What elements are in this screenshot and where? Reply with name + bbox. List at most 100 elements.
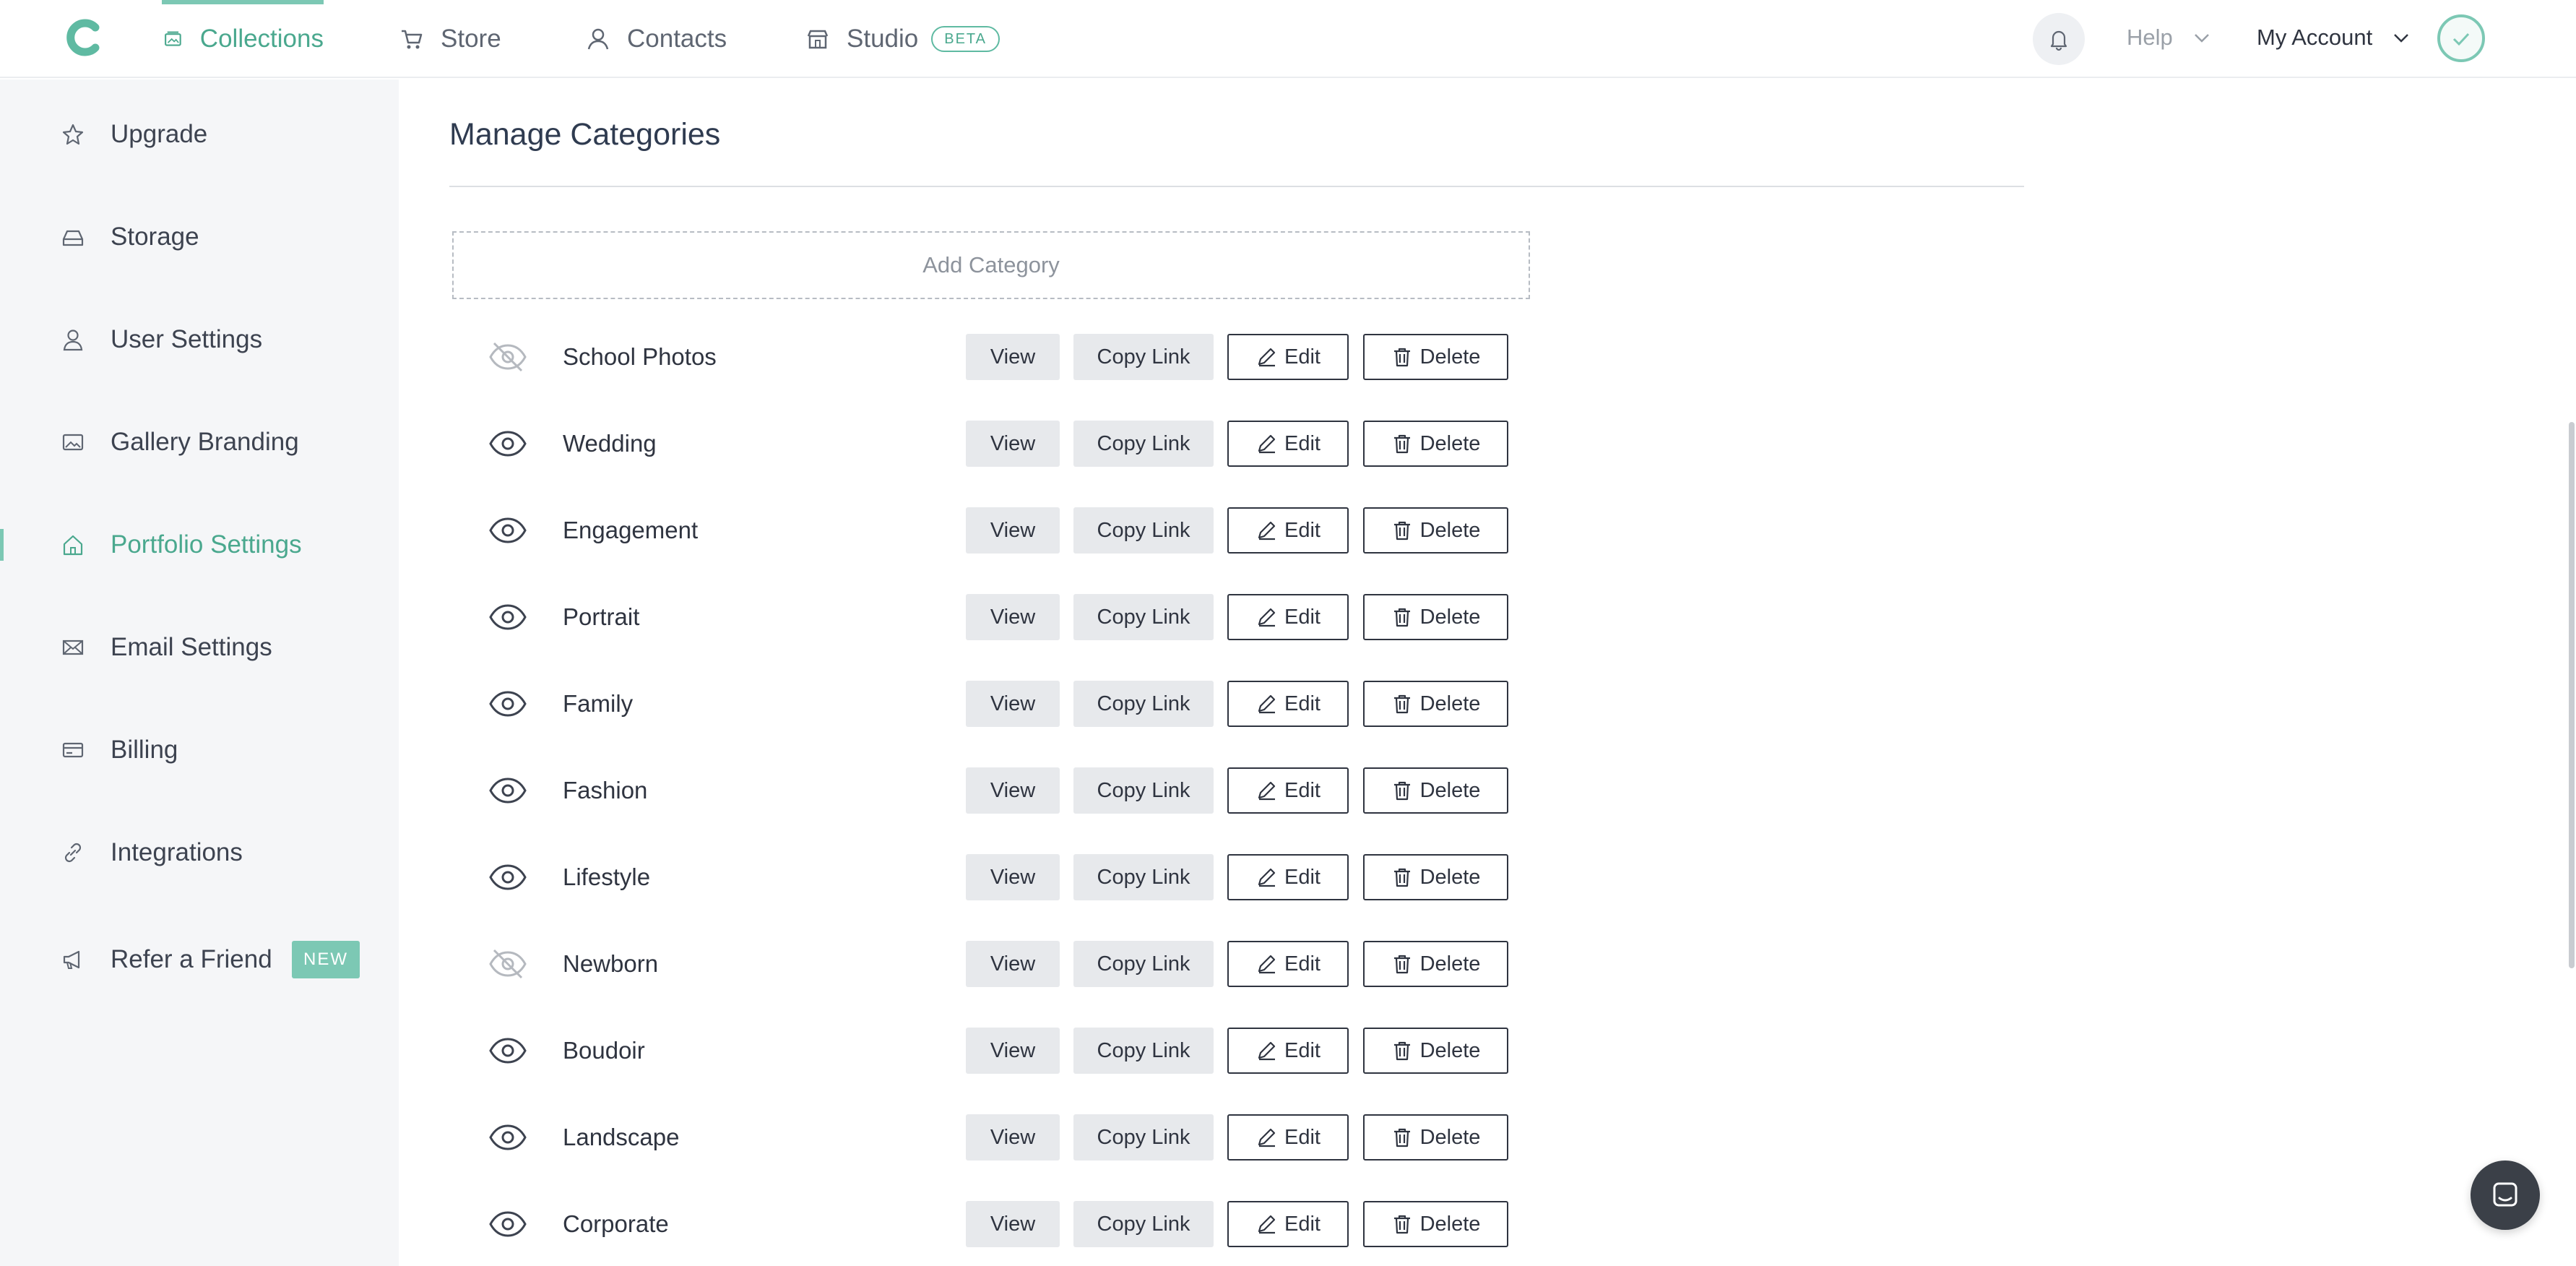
edit-button[interactable]: Edit: [1227, 594, 1349, 640]
sidebar-item-label: Refer a Friend: [111, 945, 272, 973]
nav-collections[interactable]: Collections: [162, 0, 324, 78]
view-button[interactable]: View: [966, 594, 1060, 640]
delete-button[interactable]: Delete: [1363, 594, 1508, 640]
eye-off-icon[interactable]: [488, 340, 527, 374]
sidebar-item-gallery-branding[interactable]: Gallery Branding: [0, 413, 399, 471]
pencil-icon: [1258, 694, 1276, 714]
eye-icon[interactable]: [488, 861, 527, 894]
eye-icon[interactable]: [488, 774, 527, 807]
delete-button[interactable]: Delete: [1363, 854, 1508, 900]
edit-button-label: Edit: [1284, 518, 1321, 542]
edit-button[interactable]: Edit: [1227, 941, 1349, 987]
star-icon: [62, 124, 84, 145]
eye-icon[interactable]: [488, 427, 527, 460]
copy-link-button-label: Copy Link: [1097, 1125, 1190, 1149]
sidebar-item-label: Portfolio Settings: [111, 530, 302, 559]
capture-logo[interactable]: [64, 17, 104, 58]
nav-store[interactable]: Store: [399, 0, 501, 78]
copy-link-button-label: Copy Link: [1097, 1212, 1190, 1236]
edit-button[interactable]: Edit: [1227, 1201, 1349, 1247]
edit-button[interactable]: Edit: [1227, 507, 1349, 554]
sidebar-item-upgrade[interactable]: Upgrade: [0, 106, 399, 163]
edit-button[interactable]: Edit: [1227, 421, 1349, 467]
view-button[interactable]: View: [966, 1114, 1060, 1160]
eye-icon[interactable]: [488, 1121, 527, 1154]
delete-button[interactable]: Delete: [1363, 681, 1508, 727]
view-button[interactable]: View: [966, 681, 1060, 727]
add-category-button[interactable]: Add Category: [452, 231, 1530, 299]
view-button[interactable]: View: [966, 334, 1060, 380]
help-menu[interactable]: Help: [2127, 0, 2212, 75]
edit-button[interactable]: Edit: [1227, 854, 1349, 900]
copy-link-button-label: Copy Link: [1097, 778, 1190, 802]
delete-button[interactable]: Delete: [1363, 507, 1508, 554]
copy-link-button[interactable]: Copy Link: [1073, 594, 1214, 640]
view-button[interactable]: View: [966, 421, 1060, 467]
sidebar-item-storage[interactable]: Storage: [0, 208, 399, 266]
category-name: Landscape: [563, 1124, 680, 1150]
eye-icon[interactable]: [488, 1034, 527, 1067]
eye-icon[interactable]: [488, 600, 527, 634]
copy-link-button[interactable]: Copy Link: [1073, 421, 1214, 467]
copy-link-button[interactable]: Copy Link: [1073, 1028, 1214, 1074]
delete-button[interactable]: Delete: [1363, 941, 1508, 987]
sidebar-item-email-settings[interactable]: Email Settings: [0, 619, 399, 676]
trash-icon: [1393, 348, 1410, 367]
eye-icon[interactable]: [488, 687, 527, 720]
edit-button-label: Edit: [1284, 778, 1321, 802]
view-button-label: View: [990, 1125, 1036, 1149]
sidebar-item-refer-a-friend[interactable]: Refer a Friend NEW: [0, 931, 399, 989]
edit-button[interactable]: Edit: [1227, 1028, 1349, 1074]
copy-link-button[interactable]: Copy Link: [1073, 854, 1214, 900]
sidebar-item-label: Upgrade: [111, 120, 208, 148]
category-row: Wedding View Copy Link Edit Delete: [452, 418, 1536, 469]
edit-button[interactable]: Edit: [1227, 1114, 1349, 1160]
eye-off-icon[interactable]: [488, 947, 527, 981]
person-icon: [587, 28, 609, 50]
edit-button[interactable]: Edit: [1227, 767, 1349, 814]
delete-button[interactable]: Delete: [1363, 1028, 1508, 1074]
eye-icon[interactable]: [488, 1207, 527, 1241]
copy-link-button[interactable]: Copy Link: [1073, 767, 1214, 814]
copy-link-button[interactable]: Copy Link: [1073, 1201, 1214, 1247]
scrollbar[interactable]: [2569, 422, 2575, 968]
view-button[interactable]: View: [966, 1028, 1060, 1074]
sidebar-item-billing[interactable]: Billing: [0, 721, 399, 779]
category-name: Portrait: [563, 603, 640, 630]
view-button[interactable]: View: [966, 1201, 1060, 1247]
nav-collections-label: Collections: [199, 25, 324, 53]
view-button-label: View: [990, 1212, 1036, 1236]
delete-button[interactable]: Delete: [1363, 1114, 1508, 1160]
view-button-label: View: [990, 345, 1036, 369]
copy-link-button[interactable]: Copy Link: [1073, 1114, 1214, 1160]
view-button[interactable]: View: [966, 507, 1060, 554]
sidebar-item-integrations[interactable]: Integrations: [0, 824, 399, 882]
view-button-label: View: [990, 865, 1036, 889]
copy-link-button[interactable]: Copy Link: [1073, 681, 1214, 727]
copy-link-button[interactable]: Copy Link: [1073, 334, 1214, 380]
sidebar-item-portfolio-settings[interactable]: Portfolio Settings: [0, 516, 399, 574]
mail-icon: [62, 640, 84, 655]
notifications-button[interactable]: [2033, 13, 2085, 65]
view-button[interactable]: View: [966, 941, 1060, 987]
edit-button[interactable]: Edit: [1227, 681, 1349, 727]
view-button[interactable]: View: [966, 854, 1060, 900]
delete-button[interactable]: Delete: [1363, 421, 1508, 467]
chat-button[interactable]: [2471, 1160, 2540, 1230]
nav-studio[interactable]: Studio BETA: [805, 0, 1000, 78]
delete-button[interactable]: Delete: [1363, 767, 1508, 814]
delete-button[interactable]: Delete: [1363, 334, 1508, 380]
top-nav: Collections Store Contacts Studio BETA H…: [0, 0, 2576, 78]
bell-icon: [2050, 30, 2067, 51]
edit-button-label: Edit: [1284, 345, 1321, 369]
delete-button[interactable]: Delete: [1363, 1201, 1508, 1247]
account-menu[interactable]: My Account: [2257, 0, 2411, 75]
avatar[interactable]: [2437, 14, 2485, 62]
edit-button[interactable]: Edit: [1227, 334, 1349, 380]
view-button[interactable]: View: [966, 767, 1060, 814]
copy-link-button[interactable]: Copy Link: [1073, 507, 1214, 554]
sidebar-item-user-settings[interactable]: User Settings: [0, 311, 399, 369]
eye-icon[interactable]: [488, 514, 527, 547]
nav-contacts[interactable]: Contacts: [585, 0, 727, 78]
copy-link-button[interactable]: Copy Link: [1073, 941, 1214, 987]
